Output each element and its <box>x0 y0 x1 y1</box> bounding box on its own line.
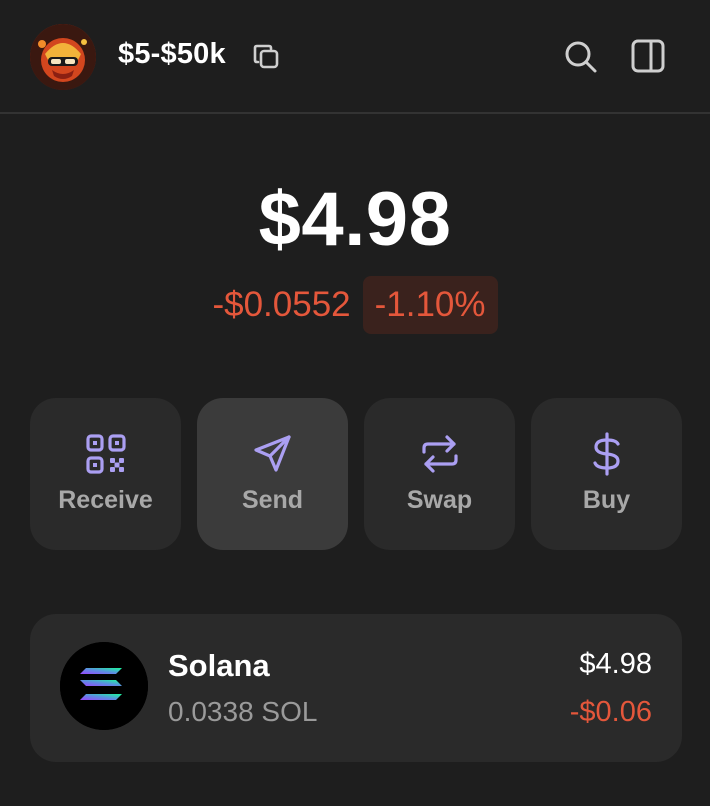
balance-change-row: -$0.0552 -1.10% <box>0 276 710 334</box>
dollar-icon <box>585 432 629 476</box>
send-button[interactable]: Send <box>197 398 348 550</box>
solana-logo <box>60 642 148 730</box>
token-value: $4.98 <box>579 648 652 680</box>
copy-icon[interactable] <box>252 42 282 72</box>
swap-label: Swap <box>406 486 473 514</box>
swap-button[interactable]: Swap <box>364 398 515 550</box>
token-change: -$0.06 <box>569 696 652 728</box>
sidebar-panel-icon[interactable] <box>630 38 666 74</box>
swap-icon <box>418 432 462 476</box>
qr-code-icon <box>84 432 128 476</box>
avatar-image <box>30 24 96 90</box>
search-icon[interactable] <box>562 38 598 74</box>
send-icon <box>251 432 295 476</box>
balance-change-percent-badge: -1.10% <box>362 276 498 334</box>
send-label: Send <box>241 486 304 514</box>
receive-label: Receive <box>58 486 153 514</box>
buy-label: Buy <box>582 486 631 514</box>
token-amount: 0.0338 SOL <box>168 696 318 727</box>
account-avatar[interactable] <box>30 24 96 90</box>
account-name[interactable]: $5-$50k <box>118 38 226 71</box>
buy-button[interactable]: Buy <box>531 398 682 550</box>
action-buttons: Receive Send Swap Buy <box>30 398 682 550</box>
token-name: Solana <box>168 648 270 683</box>
header: $5-$50k <box>0 0 710 114</box>
balance-change-amount: -$0.0552 <box>212 285 351 324</box>
receive-button[interactable]: Receive <box>30 398 181 550</box>
total-balance: $4.98 <box>258 177 452 262</box>
token-row-solana[interactable]: Solana 0.0338 SOL $4.98 -$0.06 <box>30 614 682 762</box>
